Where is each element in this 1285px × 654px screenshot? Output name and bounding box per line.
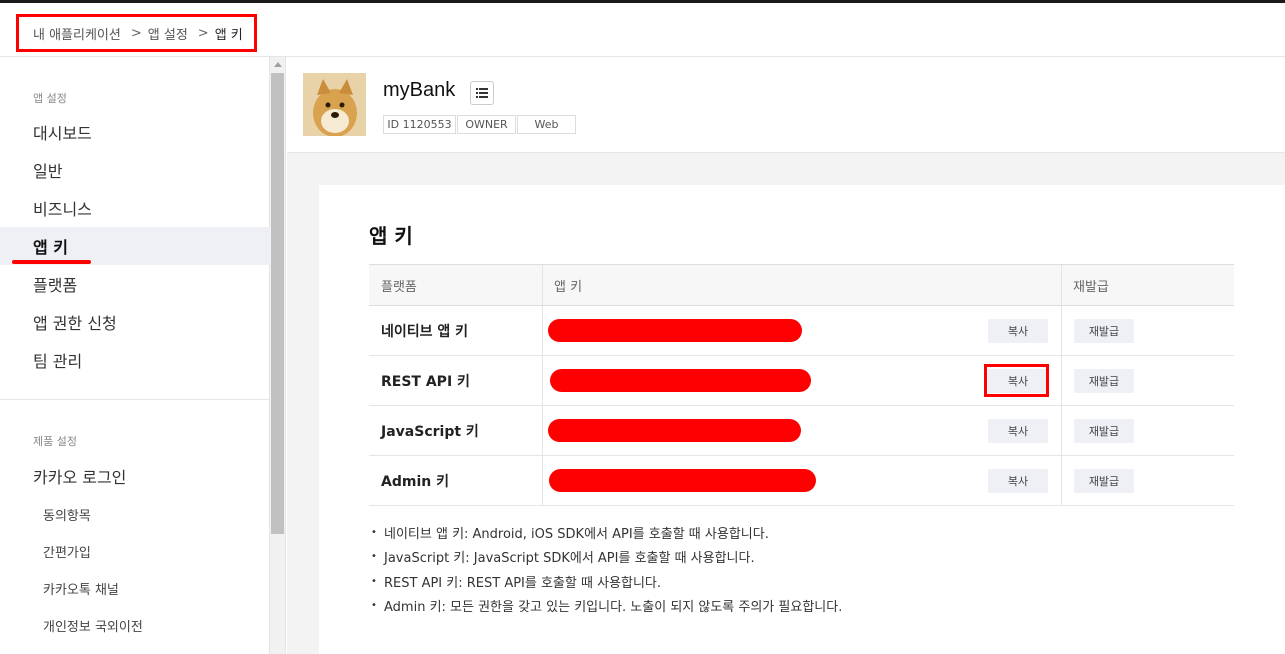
platform-name: Admin 키 (381, 474, 449, 490)
reissue-button[interactable]: 재발급 (1074, 419, 1134, 443)
sidebar-section-title-product-settings: 제품 설정 (33, 435, 77, 448)
breadcrumb-bar: 내 애플리케이션 > 앱 설정 > 앱 키 (0, 3, 1285, 57)
column-divider (542, 265, 543, 305)
breadcrumb-item-my-apps[interactable]: 내 애플리케이션 (33, 24, 121, 43)
sidebar-subitem-simple-signup[interactable]: 간편가입 (0, 533, 270, 569)
sidebar-section-title-app-settings: 앱 설정 (33, 92, 67, 105)
breadcrumb-separator: > (197, 25, 209, 41)
platform-name: JavaScript 키 (381, 424, 479, 440)
platform-name: REST API 키 (381, 374, 470, 390)
note-item: • Admin 키: 모든 권한을 갖고 있는 키입니다. 노출이 되지 않도록 … (371, 594, 842, 619)
reissue-button[interactable]: 재발급 (1074, 319, 1134, 343)
redacted-key (550, 369, 811, 392)
sidebar-item-dashboard[interactable]: 대시보드 (0, 113, 270, 151)
main-content: myBank ID 1120553 OWNER Web 앱 키 플랫폼 앱 키 … (287, 57, 1285, 654)
note-text: 네이티브 앱 키: Android, iOS SDK에서 API를 호출할 때 … (384, 526, 769, 542)
app-role-tag: OWNER (457, 115, 516, 134)
column-header-platform: 플랫폼 (381, 279, 417, 295)
breadcrumb-item-current: 앱 키 (214, 27, 243, 43)
breadcrumb: 내 애플리케이션 > 앱 설정 > 앱 키 (16, 14, 257, 52)
copy-button[interactable]: 복사 (988, 319, 1048, 343)
bullet-icon: • (371, 551, 377, 563)
sidebar-item-general[interactable]: 일반 (0, 151, 270, 189)
note-item: • REST API 키: REST API를 호출할 때 사용합니다. (371, 569, 842, 594)
column-divider (1061, 406, 1062, 456)
card-title: 앱 키 (369, 224, 413, 248)
column-divider (1061, 456, 1062, 506)
redacted-key (548, 419, 801, 442)
reissue-button[interactable]: 재발급 (1074, 469, 1134, 493)
bullet-icon: • (371, 575, 377, 587)
app-list-button[interactable] (470, 81, 494, 105)
sidebar-scrollbar[interactable] (270, 57, 286, 654)
column-header-app-key: 앱 키 (554, 279, 583, 295)
app-keys-card: 앱 키 플랫폼 앱 키 재발급 네이티브 앱 키 복사 재발급 REST API… (319, 185, 1285, 654)
column-divider (542, 306, 543, 356)
column-divider (1061, 306, 1062, 356)
column-divider (1061, 356, 1062, 406)
redacted-key (548, 319, 802, 342)
sidebar-item-team[interactable]: 팀 관리 (0, 341, 270, 379)
sidebar-item-platform[interactable]: 플랫폼 (0, 265, 270, 303)
sidebar-subitem-consent[interactable]: 동의항목 (0, 496, 270, 532)
breadcrumb-item-app-settings[interactable]: 앱 설정 (148, 24, 188, 43)
app-avatar (303, 73, 366, 136)
app-platform-tag: Web (517, 115, 576, 134)
active-underline-highlight (12, 260, 91, 264)
platform-name: 네이티브 앱 키 (381, 324, 469, 340)
bullet-icon: • (371, 600, 377, 612)
redacted-key (549, 469, 816, 492)
app-id-tag: ID 1120553 (383, 115, 456, 134)
dog-avatar-image (303, 73, 366, 136)
table-row: Admin 키 복사 재발급 (369, 456, 1234, 506)
note-text: JavaScript 키: JavaScript SDK에서 API를 호출할 … (384, 551, 755, 567)
note-text: REST API 키: REST API를 호출할 때 사용합니다. (384, 575, 662, 591)
table-row: JavaScript 키 복사 재발급 (369, 406, 1234, 456)
copy-button-highlight (984, 364, 1049, 397)
note-item: • JavaScript 키: JavaScript SDK에서 API를 호출할… (371, 545, 842, 570)
sidebar-subitem-overseas-transfer[interactable]: 개인정보 국외이전 (0, 607, 270, 643)
table-header: 플랫폼 앱 키 재발급 (369, 264, 1234, 306)
scroll-up-arrow-icon[interactable] (274, 62, 282, 67)
column-divider (542, 456, 543, 506)
sidebar-divider (0, 399, 270, 400)
breadcrumb-separator: > (130, 25, 142, 41)
copy-button[interactable]: 복사 (988, 469, 1048, 493)
column-divider (542, 406, 543, 456)
sidebar-item-kakao-login[interactable]: 카카오 로그인 (0, 457, 270, 495)
table-row: 네이티브 앱 키 복사 재발급 (369, 306, 1234, 356)
app-name: myBank (383, 79, 456, 101)
sidebar-item-app-permissions[interactable]: 앱 권한 신청 (0, 303, 270, 341)
app-header: myBank ID 1120553 OWNER Web (287, 57, 1285, 153)
notes-list: • 네이티브 앱 키: Android, iOS SDK에서 API를 호출할 때… (371, 520, 842, 618)
table-row: REST API 키 복사 재발급 (369, 356, 1234, 406)
reissue-button[interactable]: 재발급 (1074, 369, 1134, 393)
sidebar: 앱 설정 대시보드 일반 비즈니스 앱 키 플랫폼 앱 권한 신청 팀 관리 제… (0, 57, 270, 654)
bullet-icon: • (371, 526, 377, 538)
note-text: Admin 키: 모든 권한을 갖고 있는 키입니다. 노출이 되지 않도록 주… (384, 600, 843, 616)
column-divider (1061, 265, 1062, 305)
note-item: • 네이티브 앱 키: Android, iOS SDK에서 API를 호출할 때… (371, 520, 842, 545)
column-header-reissue: 재발급 (1073, 279, 1109, 295)
sidebar-subitem-kakaotalk-channel[interactable]: 카카오톡 채널 (0, 570, 270, 606)
list-icon (476, 88, 488, 98)
scrollbar-thumb[interactable] (271, 73, 284, 534)
column-divider (542, 356, 543, 406)
sidebar-item-business[interactable]: 비즈니스 (0, 189, 270, 227)
copy-button[interactable]: 복사 (988, 419, 1048, 443)
